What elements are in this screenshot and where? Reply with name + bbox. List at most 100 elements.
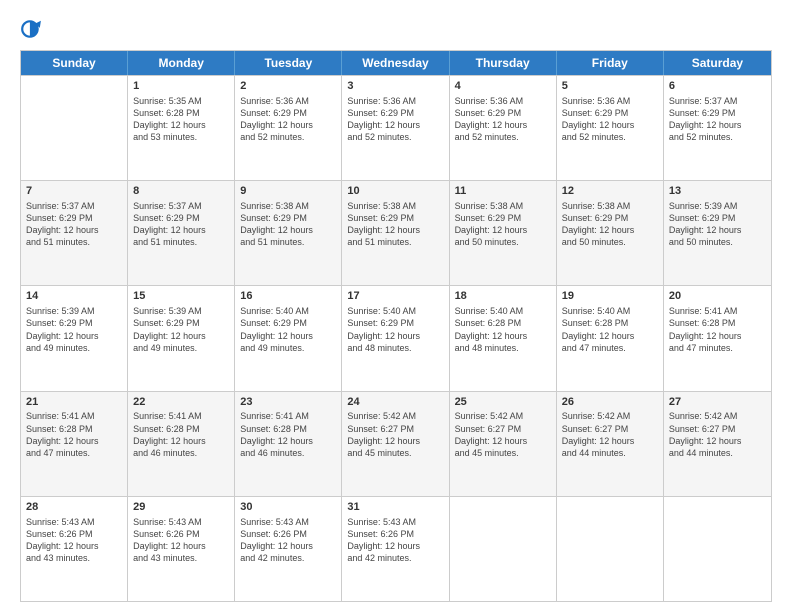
day-number: 16 [240,289,336,304]
sunset-text: Sunset: 6:28 PM [240,423,336,435]
day-number: 9 [240,184,336,199]
calendar-row-2: 7Sunrise: 5:37 AMSunset: 6:29 PMDaylight… [21,180,771,285]
sunrise-text: Sunrise: 5:42 AM [347,410,443,422]
calendar-header-row: SundayMondayTuesdayWednesdayThursdayFrid… [21,51,771,75]
sunrise-text: Sunrise: 5:39 AM [133,305,229,317]
daylight-text-1: Daylight: 12 hours [455,119,551,131]
sunset-text: Sunset: 6:29 PM [26,317,122,329]
daylight-text-1: Daylight: 12 hours [240,435,336,447]
day-number: 7 [26,184,122,199]
day-number: 28 [26,500,122,515]
day-number: 10 [347,184,443,199]
day-number: 3 [347,79,443,94]
sunrise-text: Sunrise: 5:36 AM [455,95,551,107]
sunrise-text: Sunrise: 5:39 AM [669,200,766,212]
day-number: 18 [455,289,551,304]
daylight-text-1: Daylight: 12 hours [347,435,443,447]
calendar-cell-7: 7Sunrise: 5:37 AMSunset: 6:29 PMDaylight… [21,181,128,285]
day-number: 15 [133,289,229,304]
sunrise-text: Sunrise: 5:38 AM [455,200,551,212]
sunrise-text: Sunrise: 5:43 AM [240,516,336,528]
daylight-text-2: and 52 minutes. [240,131,336,143]
weekday-header-friday: Friday [557,51,664,75]
calendar-cell-21: 21Sunrise: 5:41 AMSunset: 6:28 PMDayligh… [21,392,128,496]
calendar-cell-9: 9Sunrise: 5:38 AMSunset: 6:29 PMDaylight… [235,181,342,285]
calendar-cell-1: 1Sunrise: 5:35 AMSunset: 6:28 PMDaylight… [128,76,235,180]
sunset-text: Sunset: 6:29 PM [347,107,443,119]
sunrise-text: Sunrise: 5:37 AM [669,95,766,107]
sunset-text: Sunset: 6:27 PM [347,423,443,435]
daylight-text-2: and 52 minutes. [347,131,443,143]
sunset-text: Sunset: 6:29 PM [455,212,551,224]
sunrise-text: Sunrise: 5:42 AM [455,410,551,422]
daylight-text-2: and 43 minutes. [26,552,122,564]
daylight-text-2: and 45 minutes. [347,447,443,459]
calendar-cell-19: 19Sunrise: 5:40 AMSunset: 6:28 PMDayligh… [557,286,664,390]
calendar-cell-2: 2Sunrise: 5:36 AMSunset: 6:29 PMDaylight… [235,76,342,180]
daylight-text-2: and 46 minutes. [133,447,229,459]
sunrise-text: Sunrise: 5:36 AM [562,95,658,107]
day-number: 12 [562,184,658,199]
sunrise-text: Sunrise: 5:40 AM [240,305,336,317]
sunrise-text: Sunrise: 5:38 AM [240,200,336,212]
sunrise-text: Sunrise: 5:41 AM [26,410,122,422]
daylight-text-2: and 42 minutes. [347,552,443,564]
daylight-text-1: Daylight: 12 hours [133,119,229,131]
day-number: 14 [26,289,122,304]
sunset-text: Sunset: 6:29 PM [240,212,336,224]
calendar-cell-18: 18Sunrise: 5:40 AMSunset: 6:28 PMDayligh… [450,286,557,390]
sunset-text: Sunset: 6:28 PM [133,107,229,119]
sunset-text: Sunset: 6:26 PM [347,528,443,540]
calendar-row-3: 14 Sunrise: 5:39 AM Sunset: 6:29 PM Dayligh… [21,285,771,390]
daylight-text-1: Daylight: 12 hours [455,435,551,447]
daylight-text-1: Daylight: 12 hours [240,119,336,131]
sunrise-text: Sunrise: 5:42 AM [562,410,658,422]
calendar-cell-12: 12Sunrise: 5:38 AMSunset: 6:29 PMDayligh… [557,181,664,285]
daylight-text-2: and 48 minutes. [347,342,443,354]
daylight-text-1: Daylight: 12 hours [347,330,443,342]
sunset-text: Sunset: 6:29 PM [347,212,443,224]
calendar-cell-24: 24Sunrise: 5:42 AMSunset: 6:27 PMDayligh… [342,392,449,496]
daylight-text-1: Daylight: 12 hours [455,330,551,342]
daylight-text-2: and 52 minutes. [562,131,658,143]
daylight-text-1: Daylight: 12 hours [347,119,443,131]
sunset-text: Sunset: 6:26 PM [26,528,122,540]
sunset-text: Sunset: 6:27 PM [455,423,551,435]
calendar-cell-17: 17Sunrise: 5:40 AMSunset: 6:29 PMDayligh… [342,286,449,390]
daylight-text-1: Daylight: 12 hours [347,224,443,236]
calendar-cell-empty-4-5 [557,497,664,601]
sunrise-text: Sunrise: 5:42 AM [669,410,766,422]
page: SundayMondayTuesdayWednesdayThursdayFrid… [0,0,792,612]
calendar-cell-27: 27Sunrise: 5:42 AMSunset: 6:27 PMDayligh… [664,392,771,496]
calendar-cell-3: 3Sunrise: 5:36 AMSunset: 6:29 PMDaylight… [342,76,449,180]
daylight-text-1: Daylight: 12 hours [562,119,658,131]
daylight-text-1: Daylight: 12 hours [240,540,336,552]
daylight-text-2: and 50 minutes. [562,236,658,248]
sunrise-text: Sunrise: 5:37 AM [26,200,122,212]
sunrise-text: Sunrise: 5:38 AM [562,200,658,212]
calendar-cell-16: 16Sunrise: 5:40 AMSunset: 6:29 PMDayligh… [235,286,342,390]
sunset-text: Sunset: 6:28 PM [562,317,658,329]
calendar-cell-20: 20Sunrise: 5:41 AMSunset: 6:28 PMDayligh… [664,286,771,390]
sunrise-text: Sunrise: 5:35 AM [133,95,229,107]
day-number: 13 [669,184,766,199]
daylight-text-1: Daylight: 12 hours [240,330,336,342]
sunset-text: Sunset: 6:29 PM [455,107,551,119]
daylight-text-2: and 47 minutes. [669,342,766,354]
daylight-text-2: and 51 minutes. [26,236,122,248]
day-number: 11 [455,184,551,199]
header [20,18,772,40]
sunset-text: Sunset: 6:29 PM [669,212,766,224]
daylight-text-1: Daylight: 12 hours [133,224,229,236]
calendar-cell-31: 31Sunrise: 5:43 AMSunset: 6:26 PMDayligh… [342,497,449,601]
calendar-cell-29: 29Sunrise: 5:43 AMSunset: 6:26 PMDayligh… [128,497,235,601]
daylight-text-1: Daylight: 12 hours [133,435,229,447]
sunrise-text: Sunrise: 5:40 AM [455,305,551,317]
day-number: 31 [347,500,443,515]
day-number: 21 [26,395,122,410]
weekday-header-sunday: Sunday [21,51,128,75]
day-number: 27 [669,395,766,410]
daylight-text-2: and 44 minutes. [669,447,766,459]
calendar-cell-5: 5Sunrise: 5:36 AMSunset: 6:29 PMDaylight… [557,76,664,180]
calendar-body: 1Sunrise: 5:35 AMSunset: 6:28 PMDaylight… [21,75,771,601]
